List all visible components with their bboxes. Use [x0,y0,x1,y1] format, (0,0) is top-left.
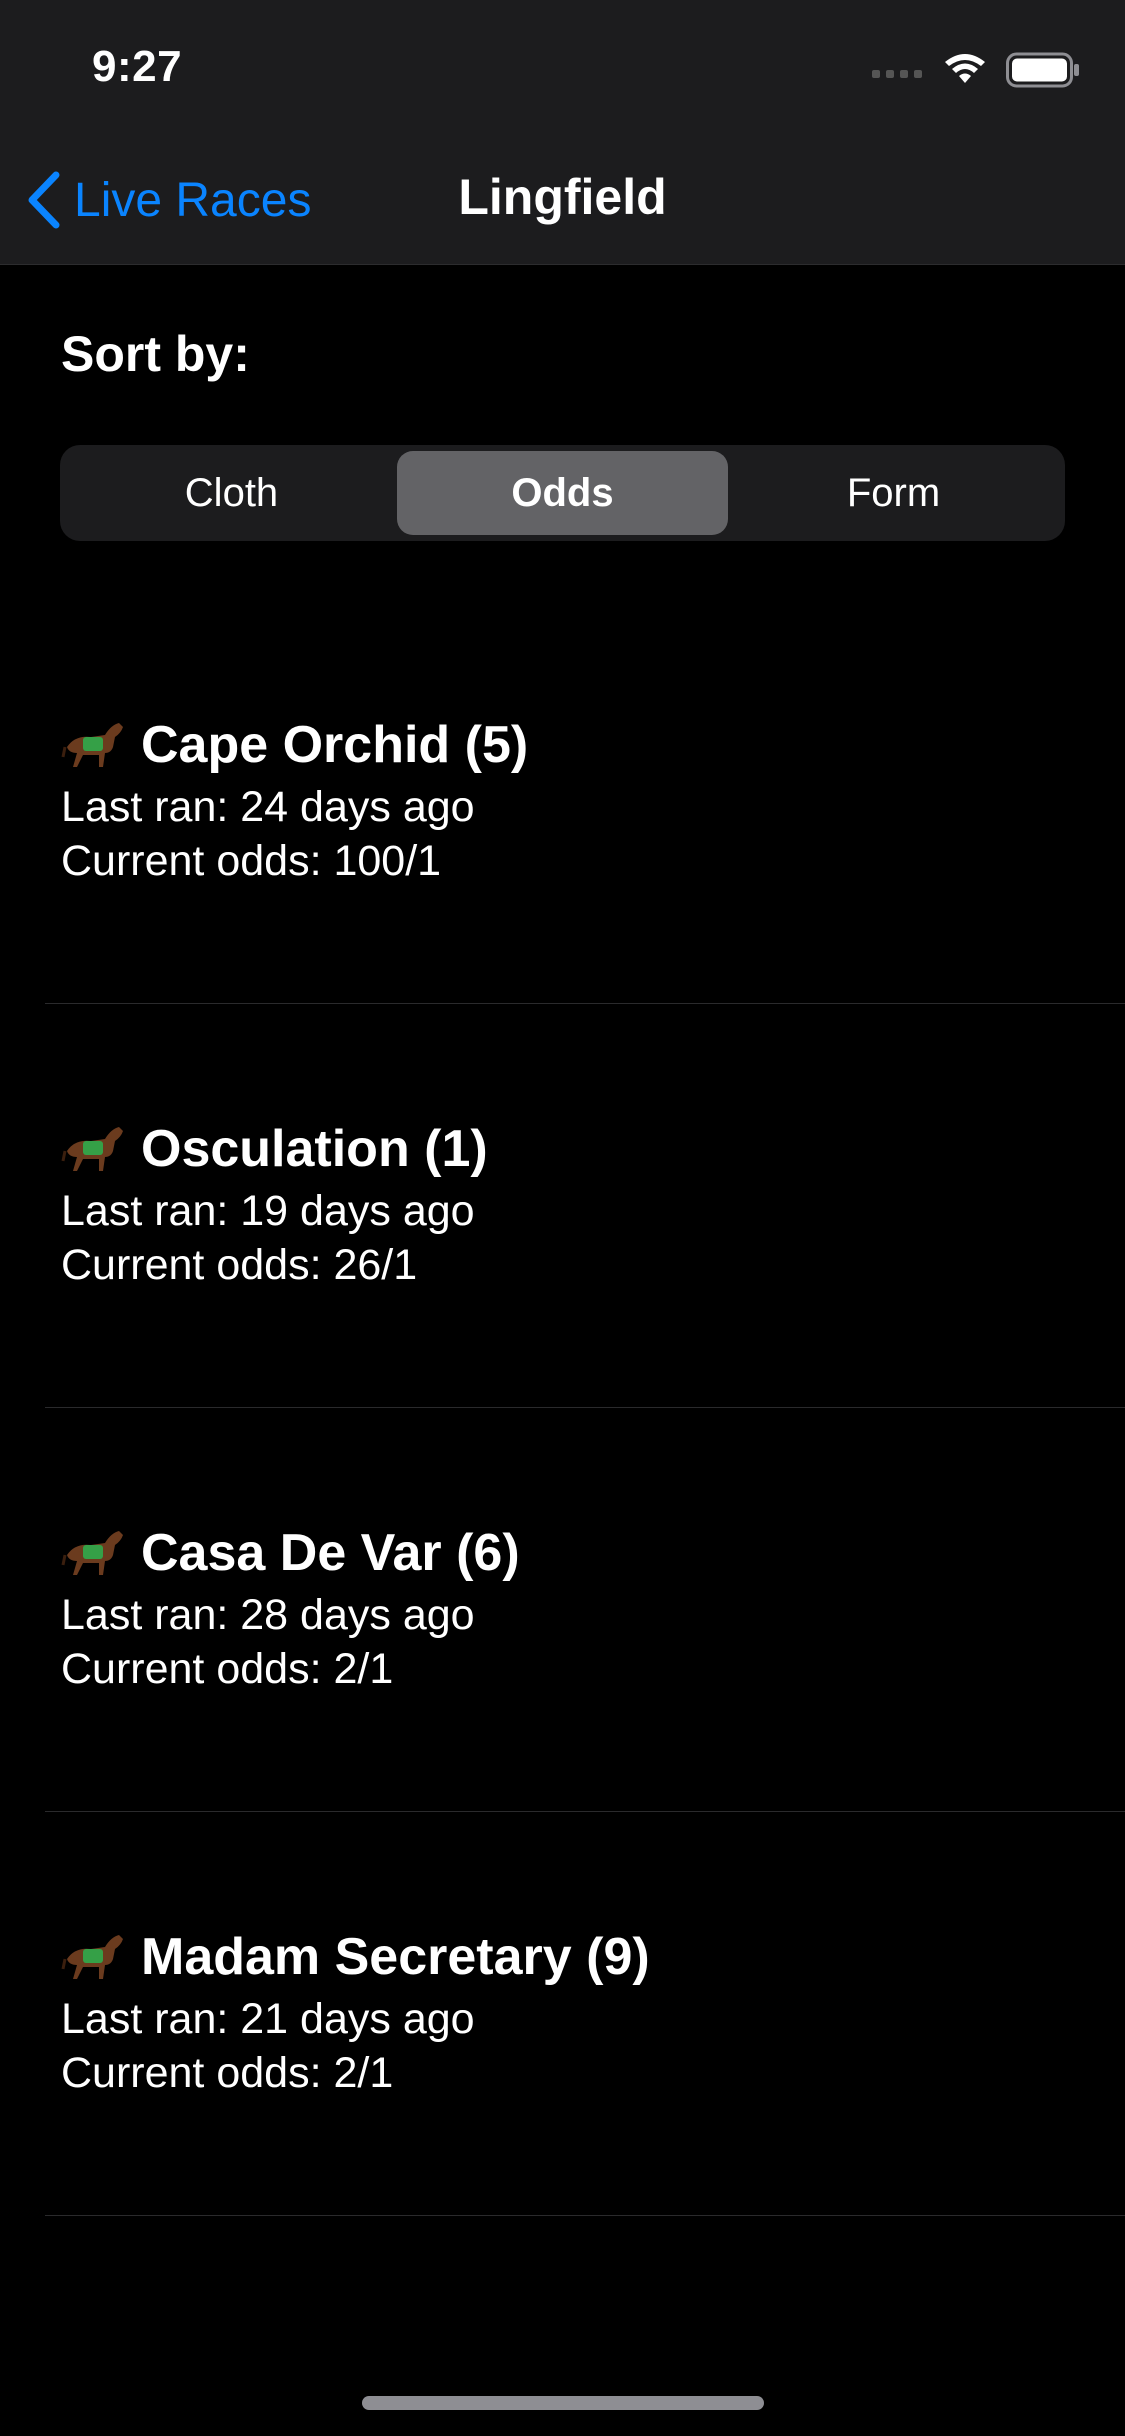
sort-segmented-control: Cloth Odds Form [60,445,1065,541]
runner-row[interactable]: Casa De Var (6) Last ran: 28 days ago Cu… [45,1408,1125,1812]
runner-last-ran: Last ran: 24 days ago [61,783,475,831]
runner-name: Cape Orchid (5) [141,716,529,774]
runner-last-ran: Last ran: 19 days ago [61,1187,475,1235]
sort-option-odds[interactable]: Odds [397,451,728,535]
page-title: Lingfield [458,169,667,225]
runner-odds: Current odds: 2/1 [61,1645,394,1693]
runner-odds: Current odds: 2/1 [61,2049,394,2097]
runner-name: Madam Secretary (9) [141,1928,650,1986]
screen: 9:27 Live Races Lingfield Sort by: Cloth… [0,0,1125,2436]
runner-odds: Current odds: 26/1 [61,1241,418,1289]
runner-name: Casa De Var (6) [141,1524,520,1582]
sort-label: Sort by: [61,326,250,382]
runner-row[interactable]: Cape Orchid (5) Last ran: 24 days ago Cu… [45,600,1125,1004]
horse-icon [61,723,123,767]
runner-list: Cape Orchid (5) Last ran: 24 days ago Cu… [0,600,1125,2216]
status-icons [872,50,1080,90]
sort-option-form[interactable]: Form [728,451,1059,535]
navigation-bar: 9:27 Live Races Lingfield [0,0,1125,265]
horse-icon [61,1531,123,1575]
horse-icon [61,1127,123,1171]
runner-row[interactable]: Madam Secretary (9) Last ran: 21 days ag… [45,1812,1125,2216]
runner-last-ran: Last ran: 28 days ago [61,1591,475,1639]
runner-row[interactable]: Osculation (1) Last ran: 19 days ago Cur… [45,1004,1125,1408]
cellular-signal-icon [872,70,922,78]
horse-icon [61,1935,123,1979]
home-indicator[interactable] [362,2396,764,2410]
sort-option-cloth[interactable]: Cloth [66,451,397,535]
runner-last-ran: Last ran: 21 days ago [61,1995,475,2043]
runner-name: Osculation (1) [141,1120,488,1178]
wifi-icon [945,54,985,83]
runner-odds: Current odds: 100/1 [61,837,442,885]
battery-icon [1006,52,1079,88]
status-time: 9:27 [92,42,183,91]
